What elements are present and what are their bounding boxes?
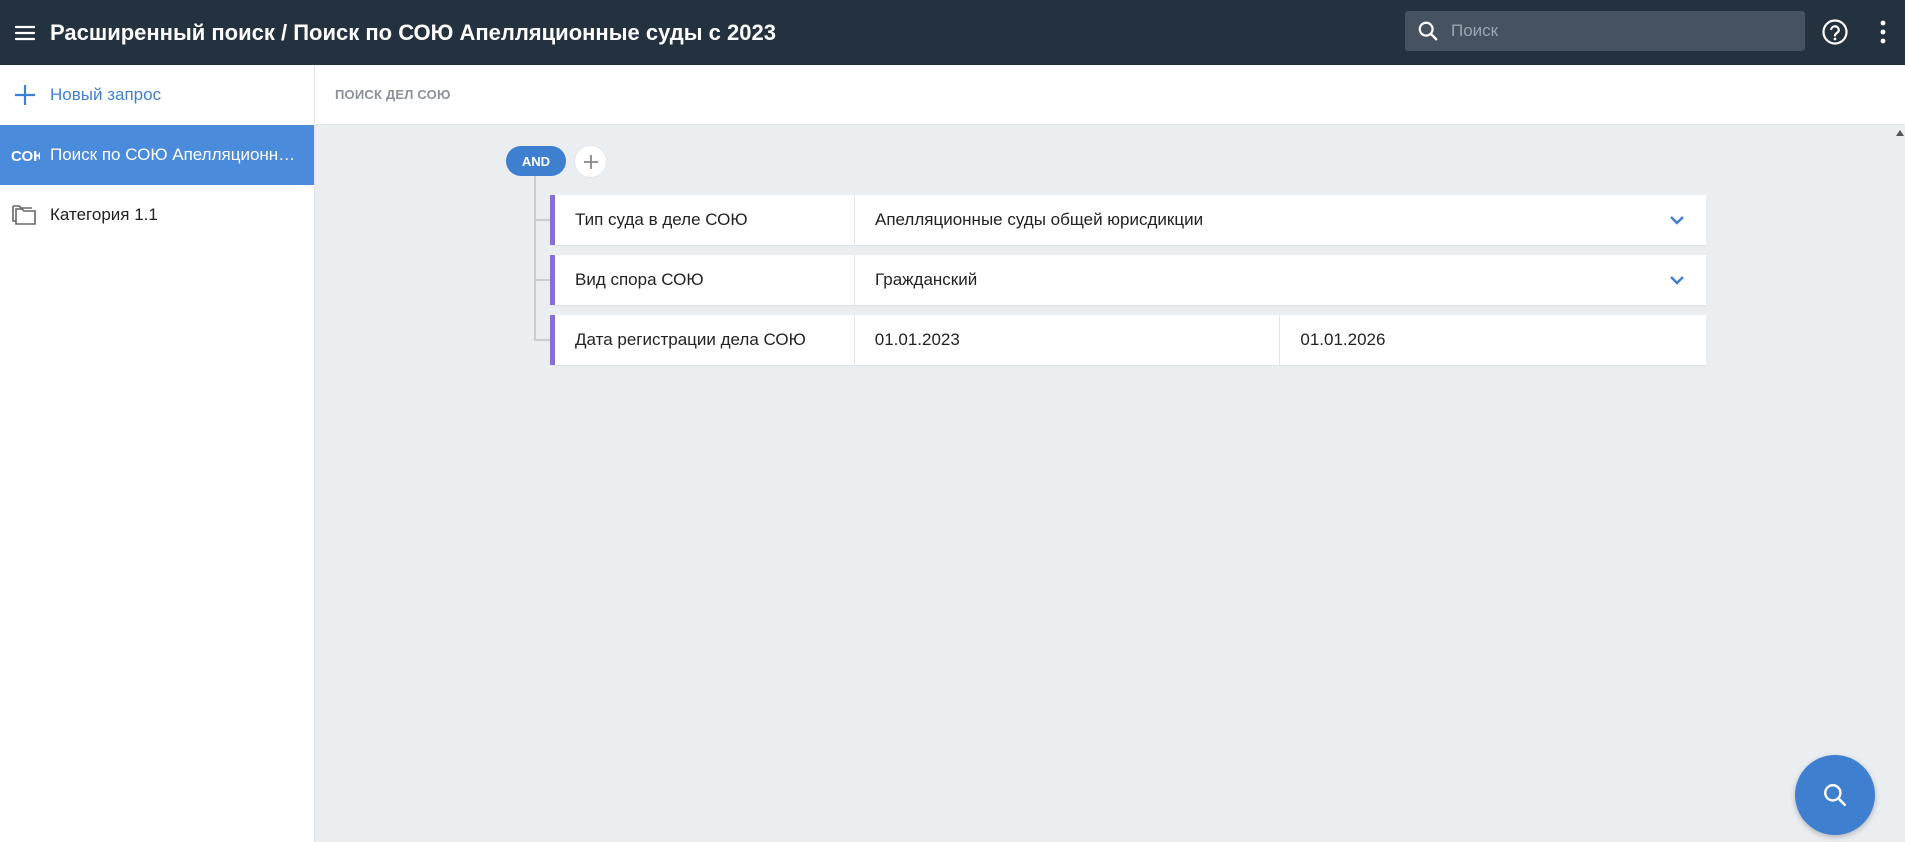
condition-field[interactable]: Тип суда в деле СОЮ: [555, 195, 855, 245]
soyu-badge-icon: СОЮ: [0, 146, 50, 164]
condition-row: Тип суда в деле СОЮ Апелляционные суды о…: [550, 195, 1706, 245]
condition-value: Гражданский: [875, 270, 978, 289]
sidebar: Новый запрос СОЮ Поиск по СОЮ Апелляцион…: [0, 65, 315, 842]
section-header: ПОИСК ДЕЛ СОЮ: [315, 65, 1905, 125]
folder-icon: [0, 203, 50, 227]
sidebar-item-category[interactable]: Категория 1.1: [0, 185, 314, 245]
plus-icon: [0, 83, 50, 107]
date-to-input[interactable]: 01.01.2026: [1280, 315, 1706, 365]
sidebar-item-soyu-search[interactable]: СОЮ Поиск по СОЮ Апелляционные суды с 20…: [0, 125, 314, 185]
new-query-label: Новый запрос: [50, 85, 162, 104]
chevron-down-icon: [1666, 269, 1688, 291]
condition-value-select[interactable]: Апелляционные суды общей юрисдикции: [855, 195, 1706, 245]
svg-text:СОЮ: СОЮ: [11, 148, 40, 164]
operator-toggle[interactable]: AND: [506, 146, 566, 176]
condition-field[interactable]: Дата регистрации дела СОЮ: [555, 315, 855, 365]
sidebar-item-label: Категория 1.1: [50, 205, 158, 224]
more-button[interactable]: [1868, 15, 1898, 49]
run-search-button[interactable]: [1795, 755, 1875, 835]
add-condition-button[interactable]: [575, 146, 606, 177]
page-title: Расширенный поиск / Поиск по СОЮ Апелляц…: [50, 19, 776, 45]
date-from-input[interactable]: 01.01.2023: [855, 315, 1281, 365]
tree-connector: [534, 176, 536, 341]
chevron-down-icon: [1666, 209, 1688, 231]
search-icon: [1405, 11, 1451, 51]
hamburger-icon: [14, 25, 36, 40]
condition-value: Апелляционные суды общей юрисдикции: [875, 210, 1204, 229]
plus-icon: [583, 154, 598, 169]
condition-field[interactable]: Вид спора СОЮ: [555, 255, 855, 305]
condition-row: Дата регистрации дела СОЮ 01.01.2023 01.…: [550, 315, 1706, 365]
sidebar-item-label: Поиск по СОЮ Апелляционные суды с 2023: [50, 145, 300, 164]
search-icon: [1824, 784, 1847, 807]
search-input[interactable]: [1451, 11, 1805, 51]
menu-button[interactable]: [0, 0, 50, 65]
more-vertical-icon: [1880, 20, 1886, 44]
condition-row: Вид спора СОЮ Гражданский: [550, 255, 1706, 305]
help-button[interactable]: [1818, 15, 1852, 49]
scroll-up-icon[interactable]: [1895, 128, 1905, 138]
condition-value-select[interactable]: Гражданский: [855, 255, 1706, 305]
global-search[interactable]: [1405, 11, 1805, 51]
help-icon: [1822, 19, 1848, 45]
new-query-button[interactable]: Новый запрос: [0, 65, 314, 125]
